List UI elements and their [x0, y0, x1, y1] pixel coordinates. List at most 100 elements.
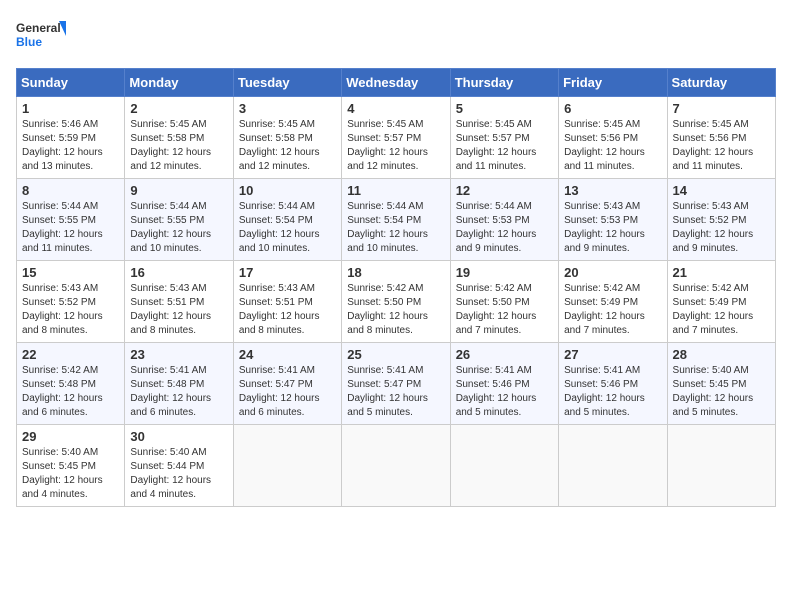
- day-number: 11: [347, 183, 444, 198]
- calendar-cell: 22 Sunrise: 5:42 AMSunset: 5:48 PMDaylig…: [17, 343, 125, 425]
- calendar-cell: 18 Sunrise: 5:42 AMSunset: 5:50 PMDaylig…: [342, 261, 450, 343]
- day-number: 5: [456, 101, 553, 116]
- day-info: Sunrise: 5:42 AMSunset: 5:48 PMDaylight:…: [22, 364, 119, 420]
- calendar-cell: 27 Sunrise: 5:41 AMSunset: 5:46 PMDaylig…: [559, 343, 667, 425]
- day-info: Sunrise: 5:41 AMSunset: 5:48 PMDaylight:…: [130, 364, 227, 420]
- day-number: 19: [456, 265, 553, 280]
- day-number: 7: [673, 101, 770, 116]
- header-row: SundayMondayTuesdayWednesdayThursdayFrid…: [17, 69, 776, 97]
- day-number: 25: [347, 347, 444, 362]
- day-info: Sunrise: 5:41 AMSunset: 5:47 PMDaylight:…: [347, 364, 444, 420]
- calendar-cell: 15 Sunrise: 5:43 AMSunset: 5:52 PMDaylig…: [17, 261, 125, 343]
- day-number: 18: [347, 265, 444, 280]
- day-number: 2: [130, 101, 227, 116]
- day-info: Sunrise: 5:41 AMSunset: 5:47 PMDaylight:…: [239, 364, 336, 420]
- calendar-cell: [450, 425, 558, 507]
- day-number: 15: [22, 265, 119, 280]
- calendar-week-3: 15 Sunrise: 5:43 AMSunset: 5:52 PMDaylig…: [17, 261, 776, 343]
- calendar-cell: 1 Sunrise: 5:46 AMSunset: 5:59 PMDayligh…: [17, 97, 125, 179]
- calendar-cell: 8 Sunrise: 5:44 AMSunset: 5:55 PMDayligh…: [17, 179, 125, 261]
- day-number: 30: [130, 429, 227, 444]
- header-day-tuesday: Tuesday: [233, 69, 341, 97]
- calendar-cell: [667, 425, 775, 507]
- calendar-cell: 10 Sunrise: 5:44 AMSunset: 5:54 PMDaylig…: [233, 179, 341, 261]
- day-info: Sunrise: 5:44 AMSunset: 5:54 PMDaylight:…: [239, 200, 336, 256]
- day-info: Sunrise: 5:46 AMSunset: 5:59 PMDaylight:…: [22, 118, 119, 174]
- day-number: 22: [22, 347, 119, 362]
- day-info: Sunrise: 5:44 AMSunset: 5:55 PMDaylight:…: [22, 200, 119, 256]
- day-number: 17: [239, 265, 336, 280]
- day-info: Sunrise: 5:43 AMSunset: 5:52 PMDaylight:…: [673, 200, 770, 256]
- calendar-cell: [559, 425, 667, 507]
- day-info: Sunrise: 5:40 AMSunset: 5:45 PMDaylight:…: [673, 364, 770, 420]
- calendar-header: SundayMondayTuesdayWednesdayThursdayFrid…: [17, 69, 776, 97]
- day-info: Sunrise: 5:41 AMSunset: 5:46 PMDaylight:…: [564, 364, 661, 420]
- day-info: Sunrise: 5:42 AMSunset: 5:49 PMDaylight:…: [564, 282, 661, 338]
- calendar-table: SundayMondayTuesdayWednesdayThursdayFrid…: [16, 68, 776, 507]
- day-info: Sunrise: 5:43 AMSunset: 5:51 PMDaylight:…: [239, 282, 336, 338]
- day-info: Sunrise: 5:42 AMSunset: 5:49 PMDaylight:…: [673, 282, 770, 338]
- day-info: Sunrise: 5:45 AMSunset: 5:58 PMDaylight:…: [239, 118, 336, 174]
- day-info: Sunrise: 5:43 AMSunset: 5:53 PMDaylight:…: [564, 200, 661, 256]
- day-info: Sunrise: 5:44 AMSunset: 5:53 PMDaylight:…: [456, 200, 553, 256]
- day-info: Sunrise: 5:44 AMSunset: 5:54 PMDaylight:…: [347, 200, 444, 256]
- calendar-cell: 2 Sunrise: 5:45 AMSunset: 5:58 PMDayligh…: [125, 97, 233, 179]
- day-number: 14: [673, 183, 770, 198]
- day-number: 4: [347, 101, 444, 116]
- day-info: Sunrise: 5:41 AMSunset: 5:46 PMDaylight:…: [456, 364, 553, 420]
- day-info: Sunrise: 5:42 AMSunset: 5:50 PMDaylight:…: [347, 282, 444, 338]
- header-day-wednesday: Wednesday: [342, 69, 450, 97]
- day-number: 20: [564, 265, 661, 280]
- header-day-friday: Friday: [559, 69, 667, 97]
- day-number: 1: [22, 101, 119, 116]
- calendar-cell: 6 Sunrise: 5:45 AMSunset: 5:56 PMDayligh…: [559, 97, 667, 179]
- calendar-week-1: 1 Sunrise: 5:46 AMSunset: 5:59 PMDayligh…: [17, 97, 776, 179]
- header-day-saturday: Saturday: [667, 69, 775, 97]
- header-day-thursday: Thursday: [450, 69, 558, 97]
- logo-svg: General Blue: [16, 16, 66, 56]
- calendar-cell: 13 Sunrise: 5:43 AMSunset: 5:53 PMDaylig…: [559, 179, 667, 261]
- day-number: 27: [564, 347, 661, 362]
- svg-text:Blue: Blue: [16, 35, 42, 49]
- day-info: Sunrise: 5:44 AMSunset: 5:55 PMDaylight:…: [130, 200, 227, 256]
- calendar-cell: 9 Sunrise: 5:44 AMSunset: 5:55 PMDayligh…: [125, 179, 233, 261]
- header-day-monday: Monday: [125, 69, 233, 97]
- calendar-cell: 5 Sunrise: 5:45 AMSunset: 5:57 PMDayligh…: [450, 97, 558, 179]
- calendar-week-2: 8 Sunrise: 5:44 AMSunset: 5:55 PMDayligh…: [17, 179, 776, 261]
- day-info: Sunrise: 5:43 AMSunset: 5:51 PMDaylight:…: [130, 282, 227, 338]
- day-number: 23: [130, 347, 227, 362]
- day-info: Sunrise: 5:45 AMSunset: 5:57 PMDaylight:…: [456, 118, 553, 174]
- day-info: Sunrise: 5:45 AMSunset: 5:56 PMDaylight:…: [673, 118, 770, 174]
- day-info: Sunrise: 5:45 AMSunset: 5:57 PMDaylight:…: [347, 118, 444, 174]
- day-number: 16: [130, 265, 227, 280]
- calendar-cell: 29 Sunrise: 5:40 AMSunset: 5:45 PMDaylig…: [17, 425, 125, 507]
- day-number: 28: [673, 347, 770, 362]
- day-info: Sunrise: 5:43 AMSunset: 5:52 PMDaylight:…: [22, 282, 119, 338]
- day-number: 26: [456, 347, 553, 362]
- calendar-cell: 20 Sunrise: 5:42 AMSunset: 5:49 PMDaylig…: [559, 261, 667, 343]
- calendar-cell: 7 Sunrise: 5:45 AMSunset: 5:56 PMDayligh…: [667, 97, 775, 179]
- day-info: Sunrise: 5:40 AMSunset: 5:45 PMDaylight:…: [22, 446, 119, 502]
- calendar-week-4: 22 Sunrise: 5:42 AMSunset: 5:48 PMDaylig…: [17, 343, 776, 425]
- calendar-week-5: 29 Sunrise: 5:40 AMSunset: 5:45 PMDaylig…: [17, 425, 776, 507]
- calendar-cell: [233, 425, 341, 507]
- calendar-cell: 11 Sunrise: 5:44 AMSunset: 5:54 PMDaylig…: [342, 179, 450, 261]
- day-info: Sunrise: 5:45 AMSunset: 5:58 PMDaylight:…: [130, 118, 227, 174]
- calendar-cell: 12 Sunrise: 5:44 AMSunset: 5:53 PMDaylig…: [450, 179, 558, 261]
- calendar-cell: 19 Sunrise: 5:42 AMSunset: 5:50 PMDaylig…: [450, 261, 558, 343]
- day-number: 3: [239, 101, 336, 116]
- day-number: 10: [239, 183, 336, 198]
- day-info: Sunrise: 5:42 AMSunset: 5:50 PMDaylight:…: [456, 282, 553, 338]
- calendar-cell: 4 Sunrise: 5:45 AMSunset: 5:57 PMDayligh…: [342, 97, 450, 179]
- header-day-sunday: Sunday: [17, 69, 125, 97]
- day-number: 6: [564, 101, 661, 116]
- calendar-cell: 23 Sunrise: 5:41 AMSunset: 5:48 PMDaylig…: [125, 343, 233, 425]
- page-header: General Blue: [16, 16, 776, 56]
- day-number: 8: [22, 183, 119, 198]
- day-info: Sunrise: 5:40 AMSunset: 5:44 PMDaylight:…: [130, 446, 227, 502]
- day-number: 24: [239, 347, 336, 362]
- day-number: 12: [456, 183, 553, 198]
- day-number: 9: [130, 183, 227, 198]
- calendar-cell: 26 Sunrise: 5:41 AMSunset: 5:46 PMDaylig…: [450, 343, 558, 425]
- calendar-cell: [342, 425, 450, 507]
